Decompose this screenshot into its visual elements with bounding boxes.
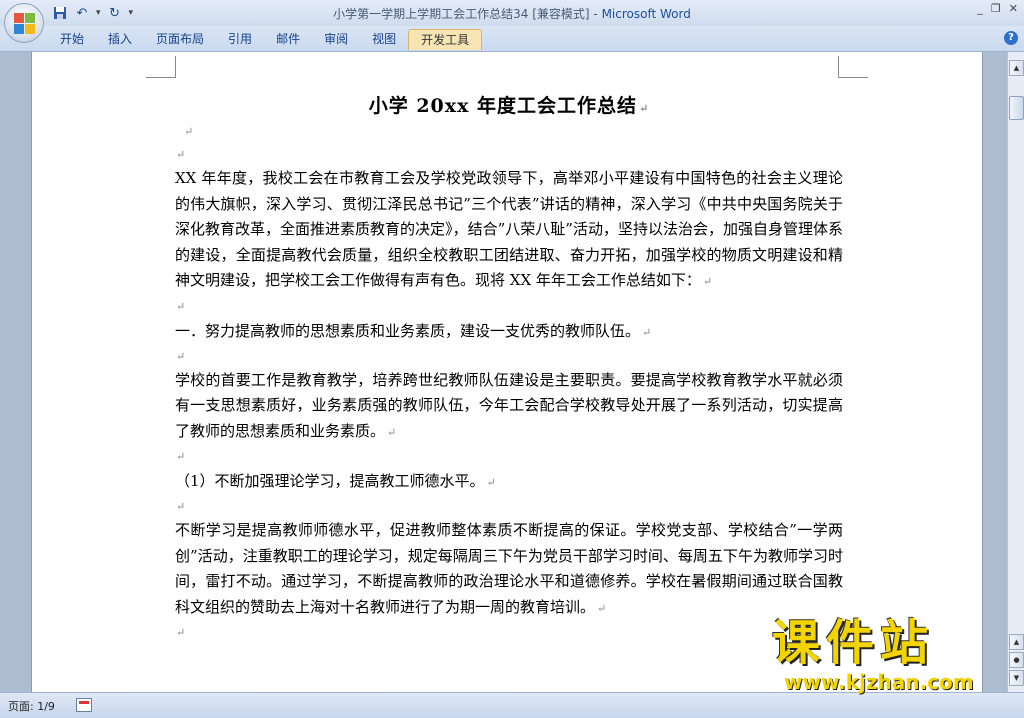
help-icon[interactable]: ?: [1004, 31, 1018, 45]
ribbon-tabs: 开始 插入 页面布局 引用 邮件 审阅 视图 开发工具: [48, 29, 483, 50]
minimize-icon[interactable]: _: [977, 2, 983, 15]
previous-page-icon[interactable]: ▲: [1009, 634, 1024, 650]
empty-paragraph: ↵: [176, 299, 186, 313]
office-button[interactable]: [4, 3, 44, 43]
tab-home[interactable]: 开始: [48, 29, 96, 50]
scroll-thumb[interactable]: [1009, 96, 1024, 120]
section-heading: 一．努力提高教师的思想素质和业务素质，建设一支优秀的教师队伍。 ↵: [175, 321, 652, 340]
status-bar: 页面: 1/9: [0, 692, 1024, 718]
ribbon: 开始 插入 页面布局 引用 邮件 审阅 视图 开发工具 ?: [0, 26, 1024, 52]
empty-paragraph: ↵: [176, 500, 186, 513]
subsection-heading: （1）不断加强理论学习，提高教工师德水平。 ↵: [175, 472, 496, 490]
title-separator: -: [589, 7, 602, 21]
empty-paragraph: ↵: [176, 626, 186, 639]
empty-paragraph: ↵: [184, 125, 194, 138]
crop-mark-top-right: [838, 56, 868, 78]
tab-review[interactable]: 审阅: [312, 29, 360, 50]
scroll-up-icon[interactable]: ▲: [1009, 60, 1024, 76]
tab-view[interactable]: 视图: [360, 29, 408, 50]
tab-developer[interactable]: 开发工具: [408, 29, 483, 50]
paragraph: 不断学习是提高教师师德水平，促进教师整体素质不断提高的保证。学校党支部、学校结合…: [175, 521, 843, 616]
document-area: 小学 20xx 年度工会工作总结 ↵ ↵ ↵ XX 年年度，我校工会在市教育工会及…: [0, 52, 1007, 692]
tab-insert[interactable]: 插入: [96, 29, 144, 50]
proofing-icon[interactable]: [76, 698, 92, 712]
document-content[interactable]: 小学 20xx 年度工会工作总结 ↵ ↵ ↵ XX 年年度，我校工会在市教育工会及…: [175, 92, 843, 644]
title-bar: ↶ ▾ ↻ ▾ 小学第一学期上学期工会工作总结34 [兼容模式] - Micro…: [0, 0, 1024, 26]
app-name: Microsoft Word: [601, 7, 691, 21]
page-count[interactable]: 页面: 1/9: [8, 698, 55, 714]
tab-page-layout[interactable]: 页面布局: [144, 29, 216, 50]
window-controls: _ ❐ ✕: [977, 2, 1018, 15]
restore-icon[interactable]: ❐: [991, 2, 1001, 15]
paragraph: XX 年年度，我校工会在市教育工会及学校党政领导下，高举邓小平建设有中国特色的社…: [175, 169, 843, 289]
browse-object-icon[interactable]: ●: [1009, 652, 1024, 668]
window-title: 小学第一学期上学期工会工作总结34 [兼容模式] - Microsoft Wor…: [0, 5, 1024, 22]
next-page-icon[interactable]: ▼: [1009, 670, 1024, 686]
document-page[interactable]: 小学 20xx 年度工会工作总结 ↵ ↵ ↵ XX 年年度，我校工会在市教育工会及…: [31, 52, 983, 692]
paragraph: 学校的首要工作是教育教学，培养跨世纪教师队伍建设是主要职责。要提高学校教育教学水…: [175, 370, 843, 440]
empty-paragraph: ↵: [176, 450, 186, 463]
vertical-scrollbar[interactable]: ▲ ▲ ● ▼: [1007, 52, 1024, 692]
empty-paragraph: ↵: [176, 148, 186, 161]
close-icon[interactable]: ✕: [1009, 2, 1018, 15]
crop-mark-top-left: [146, 56, 176, 78]
tab-mailings[interactable]: 邮件: [264, 29, 312, 50]
document-name: 小学第一学期上学期工会工作总结34 [兼容模式]: [333, 7, 590, 21]
office-logo-icon: [14, 13, 35, 34]
document-title: 小学 20xx 年度工会工作总结 ↵: [368, 95, 650, 117]
tab-references[interactable]: 引用: [216, 29, 264, 50]
empty-paragraph: ↵: [176, 349, 186, 363]
